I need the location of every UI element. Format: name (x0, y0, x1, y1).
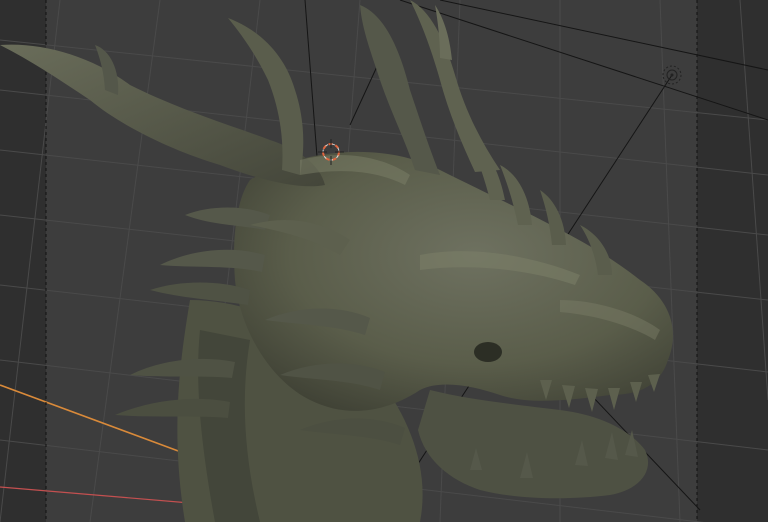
passepartout-left (0, 0, 46, 522)
light-gizmo-icon[interactable] (662, 65, 682, 85)
viewport-canvas[interactable] (0, 0, 768, 522)
passepartout-right (697, 0, 768, 522)
3d-viewport[interactable] (0, 0, 768, 522)
